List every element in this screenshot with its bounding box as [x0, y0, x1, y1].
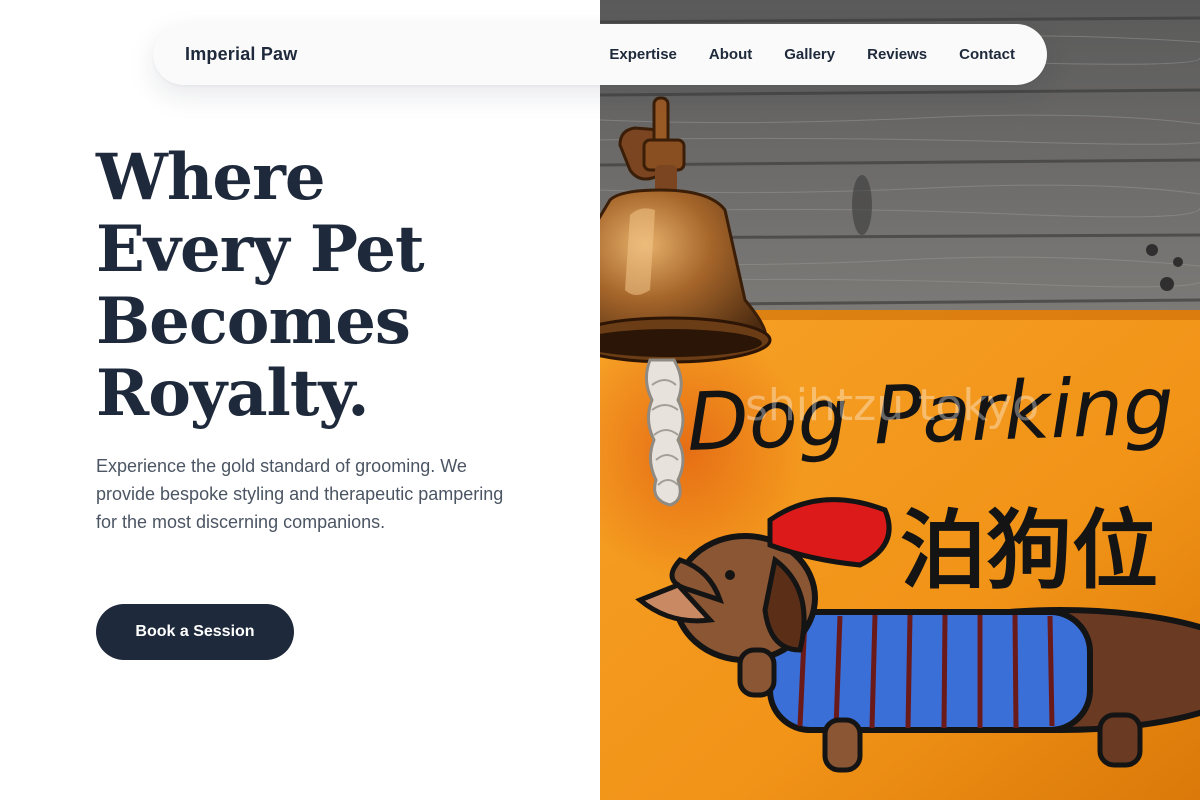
- nav-link-contact[interactable]: Contact: [959, 46, 1015, 63]
- brand-logo[interactable]: Imperial Paw: [185, 44, 297, 65]
- hero-photo-illustration: Dog Parking 泊狗位 shihtzu tokyo: [600, 0, 1200, 800]
- hero-subtitle: Experience the gold standard of grooming…: [96, 456, 504, 532]
- nav-link-about[interactable]: About: [709, 46, 752, 63]
- hero-title-line: Every Pet: [96, 212, 425, 287]
- hero-title-line: Becomes: [96, 284, 411, 359]
- book-session-button[interactable]: Book a Session: [96, 604, 294, 660]
- photo-watermark: shihtzu tokyo: [745, 380, 1039, 431]
- nav-links: Expertise About Gallery Reviews Contact: [609, 46, 1015, 63]
- nav-link-reviews[interactable]: Reviews: [867, 46, 927, 63]
- hero-photo: Dog Parking 泊狗位 shihtzu tokyo: [600, 0, 1200, 800]
- navbar: Imperial Paw Expertise About Gallery Rev…: [153, 24, 1047, 85]
- hero-title-line: Royalty.: [96, 356, 370, 431]
- nav-link-expertise[interactable]: Expertise: [609, 46, 677, 63]
- hero-title: Where Every Pet Becomes Royalty.: [96, 140, 425, 431]
- nav-link-gallery[interactable]: Gallery: [784, 46, 835, 63]
- hero-title-line: Where: [96, 140, 326, 215]
- sign-kanji: 泊狗位: [900, 501, 1158, 601]
